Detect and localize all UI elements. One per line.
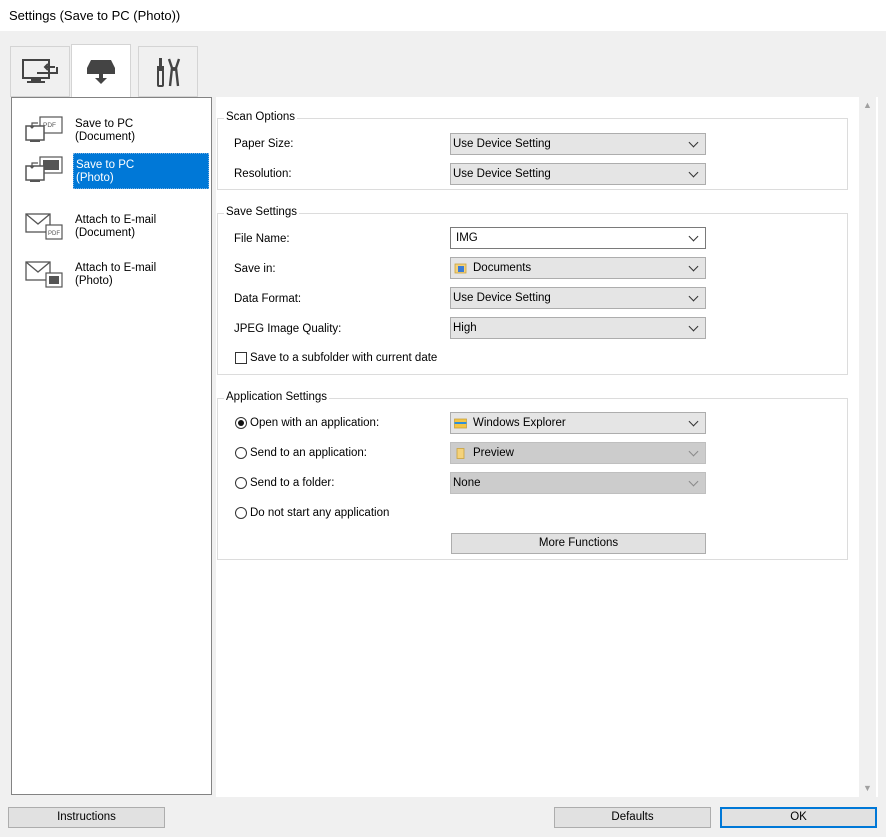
do-not-start-radio[interactable] bbox=[235, 507, 247, 519]
chevron-down-icon bbox=[688, 416, 699, 427]
open-with-application-label: Open with an application: bbox=[250, 417, 380, 429]
scanner-save-icon bbox=[87, 60, 115, 84]
do-not-start-label: Do not start any application bbox=[250, 507, 390, 519]
send-to-folder-label: Send to a folder: bbox=[250, 477, 335, 489]
computer-scan-icon bbox=[22, 58, 58, 83]
list-item-attach-email-document[interactable]: PDF Attach to E-mail (Document) bbox=[12, 203, 211, 249]
scroll-down-icon[interactable]: ▼ bbox=[859, 780, 876, 797]
mail-photo-icon bbox=[25, 261, 63, 288]
jpeg-quality-label: JPEG Image Quality: bbox=[234, 323, 342, 335]
instructions-button[interactable]: Instructions bbox=[8, 807, 165, 828]
data-format-select[interactable]: Use Device Setting bbox=[450, 287, 706, 309]
chevron-down-icon bbox=[688, 321, 699, 332]
scroll-up-icon[interactable]: ▲ bbox=[859, 97, 876, 114]
documents-folder-icon bbox=[454, 263, 467, 273]
data-format-label: Data Format: bbox=[234, 293, 302, 305]
title-bar: Settings (Save to PC (Photo)) bbox=[0, 0, 886, 31]
list-item-attach-email-photo[interactable]: Attach to E-mail (Photo) bbox=[12, 251, 211, 297]
ok-button[interactable]: OK bbox=[720, 807, 877, 828]
jpeg-quality-select[interactable]: High bbox=[450, 317, 706, 339]
chevron-down-icon bbox=[688, 231, 699, 242]
save-in-label: Save in: bbox=[234, 263, 276, 275]
tab-general-settings[interactable] bbox=[138, 46, 198, 97]
vertical-scrollbar[interactable]: ▲ ▼ bbox=[859, 97, 876, 797]
open-with-application-radio[interactable] bbox=[235, 417, 247, 429]
chevron-down-icon bbox=[688, 137, 699, 148]
paper-size-label: Paper Size: bbox=[234, 138, 294, 150]
group-title: Save Settings bbox=[224, 206, 299, 218]
more-functions-button[interactable]: More Functions bbox=[451, 533, 706, 554]
svg-text:PDF: PDF bbox=[43, 122, 56, 129]
resolution-label: Resolution: bbox=[234, 168, 292, 180]
send-to-folder-select[interactable]: None bbox=[450, 472, 706, 494]
svg-text:PDF: PDF bbox=[48, 231, 60, 237]
file-name-label: File Name: bbox=[234, 233, 290, 245]
list-item-label: Save to PC (Photo) bbox=[73, 153, 209, 189]
tools-icon bbox=[157, 57, 181, 87]
list-item-label: Attach to E-mail (Photo) bbox=[75, 262, 157, 287]
tab-scan-from-device[interactable] bbox=[71, 44, 131, 97]
window-title: Settings (Save to PC (Photo)) bbox=[9, 8, 181, 23]
open-with-application-select[interactable]: Windows Explorer bbox=[450, 412, 706, 434]
chevron-down-icon bbox=[688, 476, 699, 487]
photo-to-pc-icon bbox=[25, 156, 63, 182]
subfolder-checkbox[interactable] bbox=[235, 352, 247, 364]
mail-pdf-icon: PDF bbox=[25, 213, 63, 240]
send-to-application-select[interactable]: Preview bbox=[450, 442, 706, 464]
send-to-application-label: Send to an application: bbox=[250, 447, 368, 459]
list-item-save-to-pc-photo[interactable]: Save to PC (Photo) bbox=[12, 147, 211, 193]
pdf-to-pc-icon: PDF bbox=[25, 116, 63, 142]
send-to-application-radio[interactable] bbox=[235, 447, 247, 459]
defaults-button[interactable]: Defaults bbox=[554, 807, 711, 828]
chevron-down-icon bbox=[688, 261, 699, 272]
tab-scan-from-computer[interactable] bbox=[10, 46, 70, 97]
file-name-field[interactable]: IMG bbox=[450, 227, 706, 249]
function-list: PDF Save to PC (Document) Save to PC (Phot… bbox=[11, 97, 212, 795]
save-in-select[interactable]: Documents bbox=[450, 257, 706, 279]
list-item-label: Attach to E-mail (Document) bbox=[75, 214, 157, 239]
subfolder-label: Save to a subfolder with current date bbox=[250, 352, 438, 364]
windows-explorer-icon bbox=[454, 418, 467, 428]
preview-icon bbox=[456, 447, 465, 459]
group-title: Application Settings bbox=[224, 391, 330, 403]
paper-size-select[interactable]: Use Device Setting bbox=[450, 133, 706, 155]
group-title: Scan Options bbox=[224, 111, 298, 123]
chevron-down-icon bbox=[688, 167, 699, 178]
resolution-select[interactable]: Use Device Setting bbox=[450, 163, 706, 185]
chevron-down-icon bbox=[688, 446, 699, 457]
list-item-label: Save to PC (Document) bbox=[75, 118, 136, 143]
chevron-down-icon bbox=[688, 291, 699, 302]
send-to-folder-radio[interactable] bbox=[235, 477, 247, 489]
